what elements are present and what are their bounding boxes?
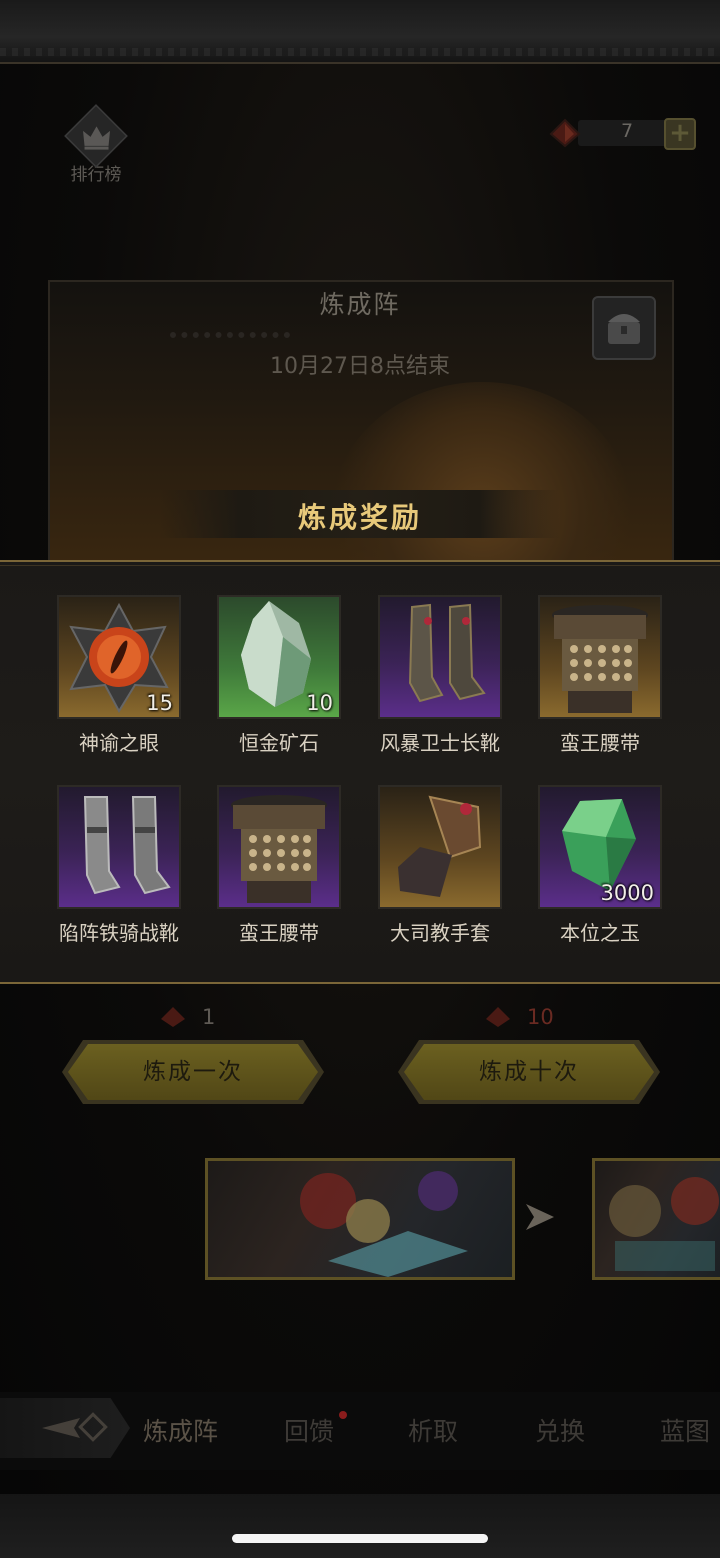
belt-icon — [231, 795, 327, 903]
cost-ten: 10 — [485, 1004, 554, 1034]
carousel-card-next[interactable] — [592, 1158, 720, 1280]
chest-icon[interactable] — [592, 296, 656, 360]
tab-extract[interactable]: 析取 — [408, 1412, 458, 1448]
ranking-button[interactable]: 排行榜 — [58, 104, 134, 190]
item-name: 风暴卫士长靴 — [380, 731, 500, 755]
red-crystal-icon — [549, 118, 581, 148]
reward-slot — [378, 785, 502, 909]
carousel-card[interactable] — [205, 1158, 515, 1280]
home-indicator[interactable] — [232, 1534, 488, 1543]
red-crystal-icon — [161, 1007, 185, 1027]
reward-item[interactable]: 蛮王腰带 — [538, 595, 662, 756]
reward-slot — [378, 595, 502, 719]
artifact-image — [300, 1171, 468, 1277]
reward-item[interactable]: 大司教手套 — [378, 785, 502, 946]
boots-icon — [408, 603, 486, 703]
reward-title: 炼成奖励 — [297, 501, 422, 534]
tab-feedback[interactable]: 回馈 — [284, 1412, 334, 1448]
item-quantity: 15 — [146, 691, 173, 715]
gloves-icon — [398, 795, 482, 897]
back-button[interactable] — [0, 1398, 130, 1458]
reward-item[interactable]: 10 恒金矿石 — [217, 595, 341, 756]
item-name: 本位之玉 — [560, 921, 640, 945]
currency-counter: 7 + — [548, 114, 698, 152]
arrow-left-icon — [42, 1412, 108, 1442]
item-name: 蛮王腰带 — [560, 731, 640, 755]
item-name: 恒金矿石 — [239, 731, 319, 755]
reward-slot: 15 — [57, 595, 181, 719]
reward-slot: 3000 — [538, 785, 662, 909]
reward-item[interactable]: 风暴卫士长靴 — [378, 595, 502, 756]
item-name: 神谕之眼 — [79, 731, 159, 755]
currency-value: 7 — [620, 120, 634, 142]
notification-dot — [339, 1411, 347, 1419]
item-name: 大司教手套 — [390, 921, 490, 945]
reward-slot — [217, 785, 341, 909]
reward-item[interactable]: 蛮王腰带 — [217, 785, 341, 946]
red-crystal-icon — [486, 1007, 510, 1027]
bottom-ornament-bar — [0, 1494, 720, 1558]
belt-icon — [552, 605, 648, 713]
tab-craft-array[interactable]: 炼成阵 — [143, 1412, 218, 1448]
cost-once-value: 1 — [202, 1005, 216, 1029]
banner-glow — [332, 382, 632, 568]
chevron-right-icon[interactable] — [522, 1200, 556, 1234]
tab-blueprint[interactable]: 蓝图 — [660, 1412, 710, 1448]
top-ornament-bar — [0, 0, 720, 64]
reward-item[interactable]: 陷阵铁骑战靴 — [57, 785, 181, 946]
item-quantity: 3000 — [600, 881, 654, 905]
reward-slot — [57, 785, 181, 909]
crown-icon — [64, 104, 128, 168]
craft-once-button[interactable]: 炼成一次 — [68, 1044, 318, 1100]
item-name: 蛮王腰带 — [239, 921, 319, 945]
artifact-image — [609, 1177, 719, 1271]
iron-boots-icon — [83, 796, 171, 895]
craft-ten-button[interactable]: 炼成十次 — [404, 1044, 654, 1100]
cost-once: 1 — [160, 1004, 215, 1034]
cost-ten-value: 10 — [527, 1005, 554, 1029]
add-currency-button[interactable]: + — [664, 118, 696, 150]
item-quantity: 10 — [306, 691, 333, 715]
reward-item[interactable]: 15 神谕之眼 — [57, 595, 181, 756]
reward-slot — [538, 595, 662, 719]
item-name: 陷阵铁骑战靴 — [59, 921, 179, 945]
reward-slot: 10 — [217, 595, 341, 719]
reward-item[interactable]: 3000 本位之玉 — [538, 785, 662, 946]
tab-exchange[interactable]: 兑换 — [535, 1412, 585, 1448]
